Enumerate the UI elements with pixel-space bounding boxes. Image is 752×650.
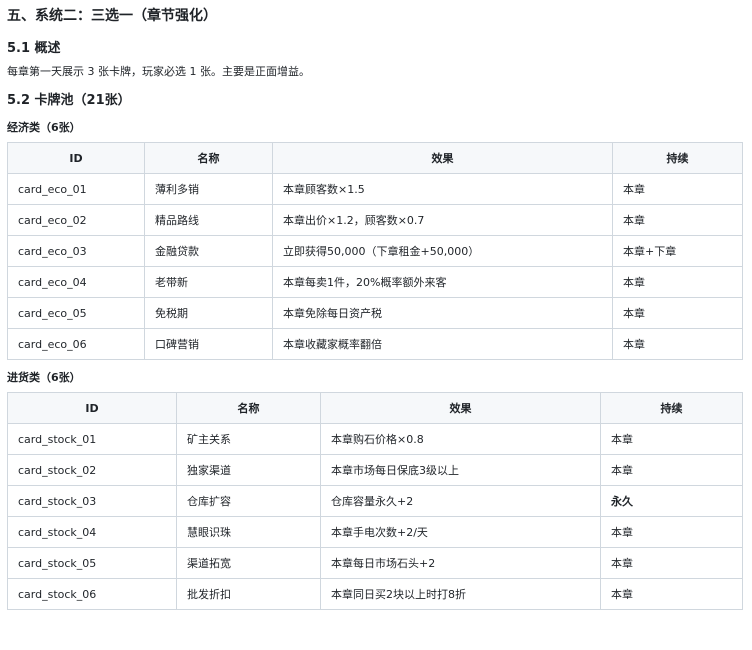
card-effect: 本章手电次数+2/天	[320, 516, 601, 548]
card-effect: 本章同日买2块以上时打8折	[320, 578, 601, 610]
table-header-row: ID 名称 效果 持续	[7, 142, 743, 174]
column-header-name: 名称	[176, 392, 321, 424]
column-header-id: ID	[7, 392, 177, 424]
column-header-effect: 效果	[320, 392, 601, 424]
card-duration: 本章	[612, 266, 743, 298]
table-row: card_eco_04 老带新 本章每卖1件，20%概率额外来客 本章	[7, 266, 743, 298]
card-duration: 本章+下章	[612, 235, 743, 267]
table-row: card_eco_06 口碑营销 本章收藏家概率翻倍 本章	[7, 328, 743, 360]
card-id: card_eco_01	[7, 173, 145, 205]
table-row: card_stock_02 独家渠道 本章市场每日保底3级以上 本章	[7, 454, 743, 486]
card-id: card_stock_04	[7, 516, 177, 548]
card-duration: 永久	[600, 485, 743, 517]
card-duration: 本章	[600, 454, 743, 486]
card-effect: 本章免除每日资产税	[272, 297, 613, 329]
table-header-row: ID 名称 效果 持续	[7, 392, 743, 424]
card-duration: 本章	[600, 516, 743, 548]
pool-heading: 5.2 卡牌池（21张）	[7, 93, 131, 108]
card-duration: 本章	[612, 173, 743, 205]
card-name: 矿主关系	[176, 423, 321, 455]
table-row: card_eco_05 免税期 本章免除每日资产税 本章	[7, 297, 743, 329]
card-id: card_eco_04	[7, 266, 145, 298]
overview-heading: 5.1 概述	[7, 41, 61, 56]
card-effect: 本章市场每日保底3级以上	[320, 454, 601, 486]
card-effect: 本章收藏家概率翻倍	[272, 328, 613, 360]
card-id: card_stock_01	[7, 423, 177, 455]
card-id: card_eco_06	[7, 328, 145, 360]
card-id: card_stock_02	[7, 454, 177, 486]
column-header-duration: 持续	[612, 142, 743, 174]
card-id: card_stock_05	[7, 547, 177, 579]
card-id: card_stock_06	[7, 578, 177, 610]
card-name: 独家渠道	[176, 454, 321, 486]
card-name: 渠道拓宽	[176, 547, 321, 579]
card-name: 精品路线	[144, 204, 273, 236]
card-duration: 本章	[612, 328, 743, 360]
table-row: card_stock_03 仓库扩容 仓库容量永久+2 永久	[7, 485, 743, 517]
card-name: 金融贷款	[144, 235, 273, 267]
card-effect: 仓库容量永久+2	[320, 485, 601, 517]
stock-category-title: 进货类（6张）	[7, 371, 81, 384]
table-row: card_eco_02 精品路线 本章出价×1.2，顾客数×0.7 本章	[7, 204, 743, 236]
column-header-id: ID	[7, 142, 145, 174]
card-effect: 本章出价×1.2，顾客数×0.7	[272, 204, 613, 236]
card-name: 慧眼识珠	[176, 516, 321, 548]
section-title: 五、系统二：三选一（章节强化）	[7, 8, 217, 24]
card-duration: 本章	[600, 578, 743, 610]
table-row: card_eco_03 金融贷款 立即获得50,000（下章租金+50,000）…	[7, 235, 743, 267]
card-duration: 本章	[612, 204, 743, 236]
card-effect: 本章顾客数×1.5	[272, 173, 613, 205]
eco-category-title: 经济类（6张）	[7, 121, 81, 134]
card-duration: 本章	[600, 547, 743, 579]
stock-card-table: ID 名称 效果 持续 card_stock_01 矿主关系 本章购石价格×0.…	[7, 392, 743, 610]
card-name: 仓库扩容	[176, 485, 321, 517]
column-header-duration: 持续	[600, 392, 743, 424]
card-name: 口碑营销	[144, 328, 273, 360]
card-effect: 本章每卖1件，20%概率额外来客	[272, 266, 613, 298]
card-name: 老带新	[144, 266, 273, 298]
card-duration: 本章	[612, 297, 743, 329]
table-row: card_stock_04 慧眼识珠 本章手电次数+2/天 本章	[7, 516, 743, 548]
card-effect: 本章每日市场石头+2	[320, 547, 601, 579]
card-name: 薄利多销	[144, 173, 273, 205]
card-id: card_eco_02	[7, 204, 145, 236]
card-name: 批发折扣	[176, 578, 321, 610]
card-id: card_eco_05	[7, 297, 145, 329]
column-header-effect: 效果	[272, 142, 613, 174]
card-effect: 立即获得50,000（下章租金+50,000）	[272, 235, 613, 267]
table-row: card_stock_05 渠道拓宽 本章每日市场石头+2 本章	[7, 547, 743, 579]
overview-text: 每章第一天展示 3 张卡牌，玩家必选 1 张。主要是正面增益。	[7, 65, 310, 78]
eco-card-table: ID 名称 效果 持续 card_eco_01 薄利多销 本章顾客数×1.5 本…	[7, 142, 743, 360]
column-header-name: 名称	[144, 142, 273, 174]
card-name: 免税期	[144, 297, 273, 329]
card-effect: 本章购石价格×0.8	[320, 423, 601, 455]
card-id: card_eco_03	[7, 235, 145, 267]
card-id: card_stock_03	[7, 485, 177, 517]
document: 五、系统二：三选一（章节强化） 5.1 概述 每章第一天展示 3 张卡牌，玩家必…	[0, 0, 752, 610]
table-row: card_stock_06 批发折扣 本章同日买2块以上时打8折 本章	[7, 578, 743, 610]
table-row: card_stock_01 矿主关系 本章购石价格×0.8 本章	[7, 423, 743, 455]
table-row: card_eco_01 薄利多销 本章顾客数×1.5 本章	[7, 173, 743, 205]
card-duration: 本章	[600, 423, 743, 455]
